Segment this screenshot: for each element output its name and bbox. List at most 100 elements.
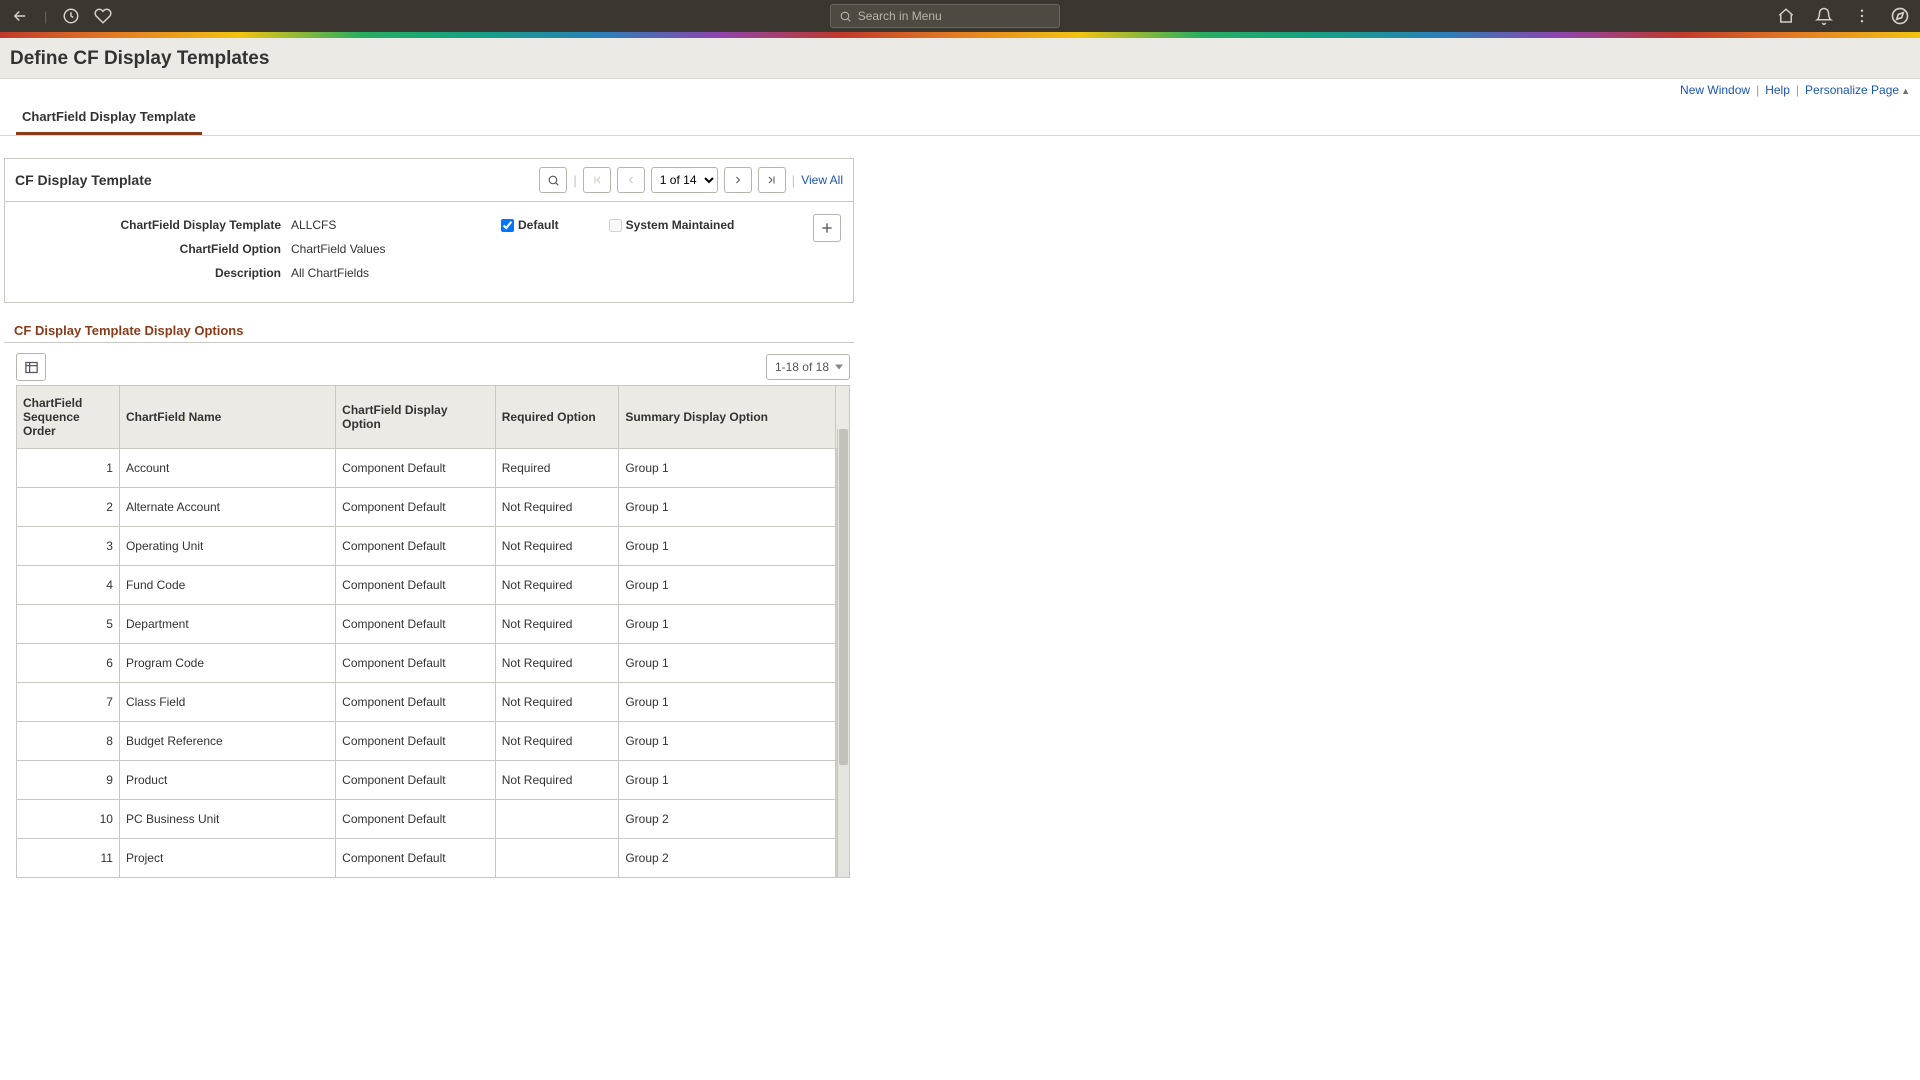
description-value: All ChartFields xyxy=(291,266,491,280)
section-title: CF Display Template xyxy=(15,172,152,188)
next-button[interactable] xyxy=(724,167,752,193)
help-link[interactable]: Help xyxy=(1765,83,1790,97)
cell-order: 2 xyxy=(17,488,120,527)
cell-order: 6 xyxy=(17,644,120,683)
cell-disp: Component Default xyxy=(336,605,496,644)
table-row: 10PC Business UnitComponent DefaultGroup… xyxy=(17,800,850,839)
caret-up-icon: ▲ xyxy=(1901,86,1910,96)
table-row: 8Budget ReferenceComponent DefaultNot Re… xyxy=(17,722,850,761)
last-button[interactable] xyxy=(758,167,786,193)
data-table: ChartField Sequence Order ChartField Nam… xyxy=(16,385,850,878)
find-button[interactable] xyxy=(539,167,567,193)
cell-sum: Group 1 xyxy=(619,449,835,488)
recent-icon[interactable] xyxy=(61,6,81,26)
col-name[interactable]: ChartField Name xyxy=(119,386,335,449)
cell-name: Product xyxy=(119,761,335,800)
table-row: 11ProjectComponent DefaultGroup 2 xyxy=(17,839,850,878)
default-checkbox-label: Default xyxy=(501,218,559,232)
search-box[interactable] xyxy=(830,4,1060,28)
cell-name: Fund Code xyxy=(119,566,335,605)
view-all-link[interactable]: View All xyxy=(801,173,843,187)
cell-name: Department xyxy=(119,605,335,644)
page-title: Define CF Display Templates xyxy=(0,38,1920,79)
cell-disp: Component Default xyxy=(336,800,496,839)
first-button[interactable] xyxy=(583,167,611,193)
default-checkbox[interactable] xyxy=(501,219,514,232)
template-value: ALLCFS xyxy=(291,218,491,232)
cell-disp: Component Default xyxy=(336,722,496,761)
prev-button[interactable] xyxy=(617,167,645,193)
cell-disp: Component Default xyxy=(336,527,496,566)
cell-name: PC Business Unit xyxy=(119,800,335,839)
table-row: 1AccountComponent DefaultRequiredGroup 1 xyxy=(17,449,850,488)
add-row-button[interactable] xyxy=(813,214,841,242)
system-maintained-checkbox xyxy=(609,219,622,232)
table-scrollbar[interactable] xyxy=(837,429,849,877)
cell-req: Not Required xyxy=(495,605,619,644)
separator: | xyxy=(42,9,49,24)
col-req[interactable]: Required Option xyxy=(495,386,619,449)
cell-sum: Group 1 xyxy=(619,566,835,605)
notifications-icon[interactable] xyxy=(1814,6,1834,26)
cell-order: 9 xyxy=(17,761,120,800)
cell-req: Not Required xyxy=(495,488,619,527)
new-window-link[interactable]: New Window xyxy=(1680,83,1750,97)
option-value: ChartField Values xyxy=(291,242,491,256)
grid-wrap: 1-18 of 18 ChartField Sequence Order Cha… xyxy=(16,349,850,878)
cell-disp: Component Default xyxy=(336,449,496,488)
navbar-icon[interactable] xyxy=(1890,6,1910,26)
cell-name: Budget Reference xyxy=(119,722,335,761)
cell-req: Not Required xyxy=(495,566,619,605)
table-header-row: ChartField Sequence Order ChartField Nam… xyxy=(17,386,850,449)
grid-personalize-button[interactable] xyxy=(16,353,46,381)
favorite-icon[interactable] xyxy=(93,6,113,26)
cell-req: Not Required xyxy=(495,722,619,761)
tab-chartfield-display-template[interactable]: ChartField Display Template xyxy=(16,101,202,135)
description-label: Description xyxy=(21,266,281,280)
table-row: 5DepartmentComponent DefaultNot Required… xyxy=(17,605,850,644)
cell-name: Program Code xyxy=(119,644,335,683)
cell-name: Class Field xyxy=(119,683,335,722)
cell-req xyxy=(495,800,619,839)
cell-disp: Component Default xyxy=(336,761,496,800)
col-order[interactable]: ChartField Sequence Order xyxy=(17,386,120,449)
top-bar: | xyxy=(0,0,1920,32)
cell-sum: Group 2 xyxy=(619,800,835,839)
col-disp[interactable]: ChartField Display Option xyxy=(336,386,496,449)
cell-req: Not Required xyxy=(495,644,619,683)
actions-icon[interactable] xyxy=(1852,6,1872,26)
pager: | 1 of 14 | View All xyxy=(539,167,843,193)
cell-disp: Component Default xyxy=(336,566,496,605)
table-row: 6Program CodeComponent DefaultNot Requir… xyxy=(17,644,850,683)
help-links: New Window | Help | Personalize Page▲ xyxy=(0,79,1920,97)
cell-disp: Component Default xyxy=(336,644,496,683)
table-row: 2Alternate AccountComponent DefaultNot R… xyxy=(17,488,850,527)
table-row: 3Operating UnitComponent DefaultNot Requ… xyxy=(17,527,850,566)
cell-name: Account xyxy=(119,449,335,488)
template-label: ChartField Display Template xyxy=(21,218,281,232)
cell-name: Operating Unit xyxy=(119,527,335,566)
cell-disp: Component Default xyxy=(336,839,496,878)
cell-order: 4 xyxy=(17,566,120,605)
cell-name: Project xyxy=(119,839,335,878)
cell-req xyxy=(495,839,619,878)
search-input[interactable] xyxy=(858,9,1051,23)
cf-display-template-section: CF Display Template | 1 of 14 xyxy=(4,158,854,303)
scrollbar-thumb[interactable] xyxy=(839,429,848,765)
table-row: 4Fund CodeComponent DefaultNot RequiredG… xyxy=(17,566,850,605)
cell-req: Not Required xyxy=(495,527,619,566)
cell-order: 5 xyxy=(17,605,120,644)
back-icon[interactable] xyxy=(10,6,30,26)
cell-order: 11 xyxy=(17,839,120,878)
cell-sum: Group 1 xyxy=(619,722,835,761)
display-options-heading: CF Display Template Display Options xyxy=(4,303,854,343)
home-icon[interactable] xyxy=(1776,6,1796,26)
system-checkbox-label: System Maintained xyxy=(609,218,735,232)
col-sum[interactable]: Summary Display Option xyxy=(619,386,835,449)
table-row: 7Class FieldComponent DefaultNot Require… xyxy=(17,683,850,722)
personalize-link[interactable]: Personalize Page▲ xyxy=(1805,83,1910,97)
grid-range-select[interactable]: 1-18 of 18 xyxy=(766,354,850,380)
pager-select[interactable]: 1 of 14 xyxy=(651,167,718,193)
cell-sum: Group 1 xyxy=(619,488,835,527)
cell-sum: Group 1 xyxy=(619,683,835,722)
